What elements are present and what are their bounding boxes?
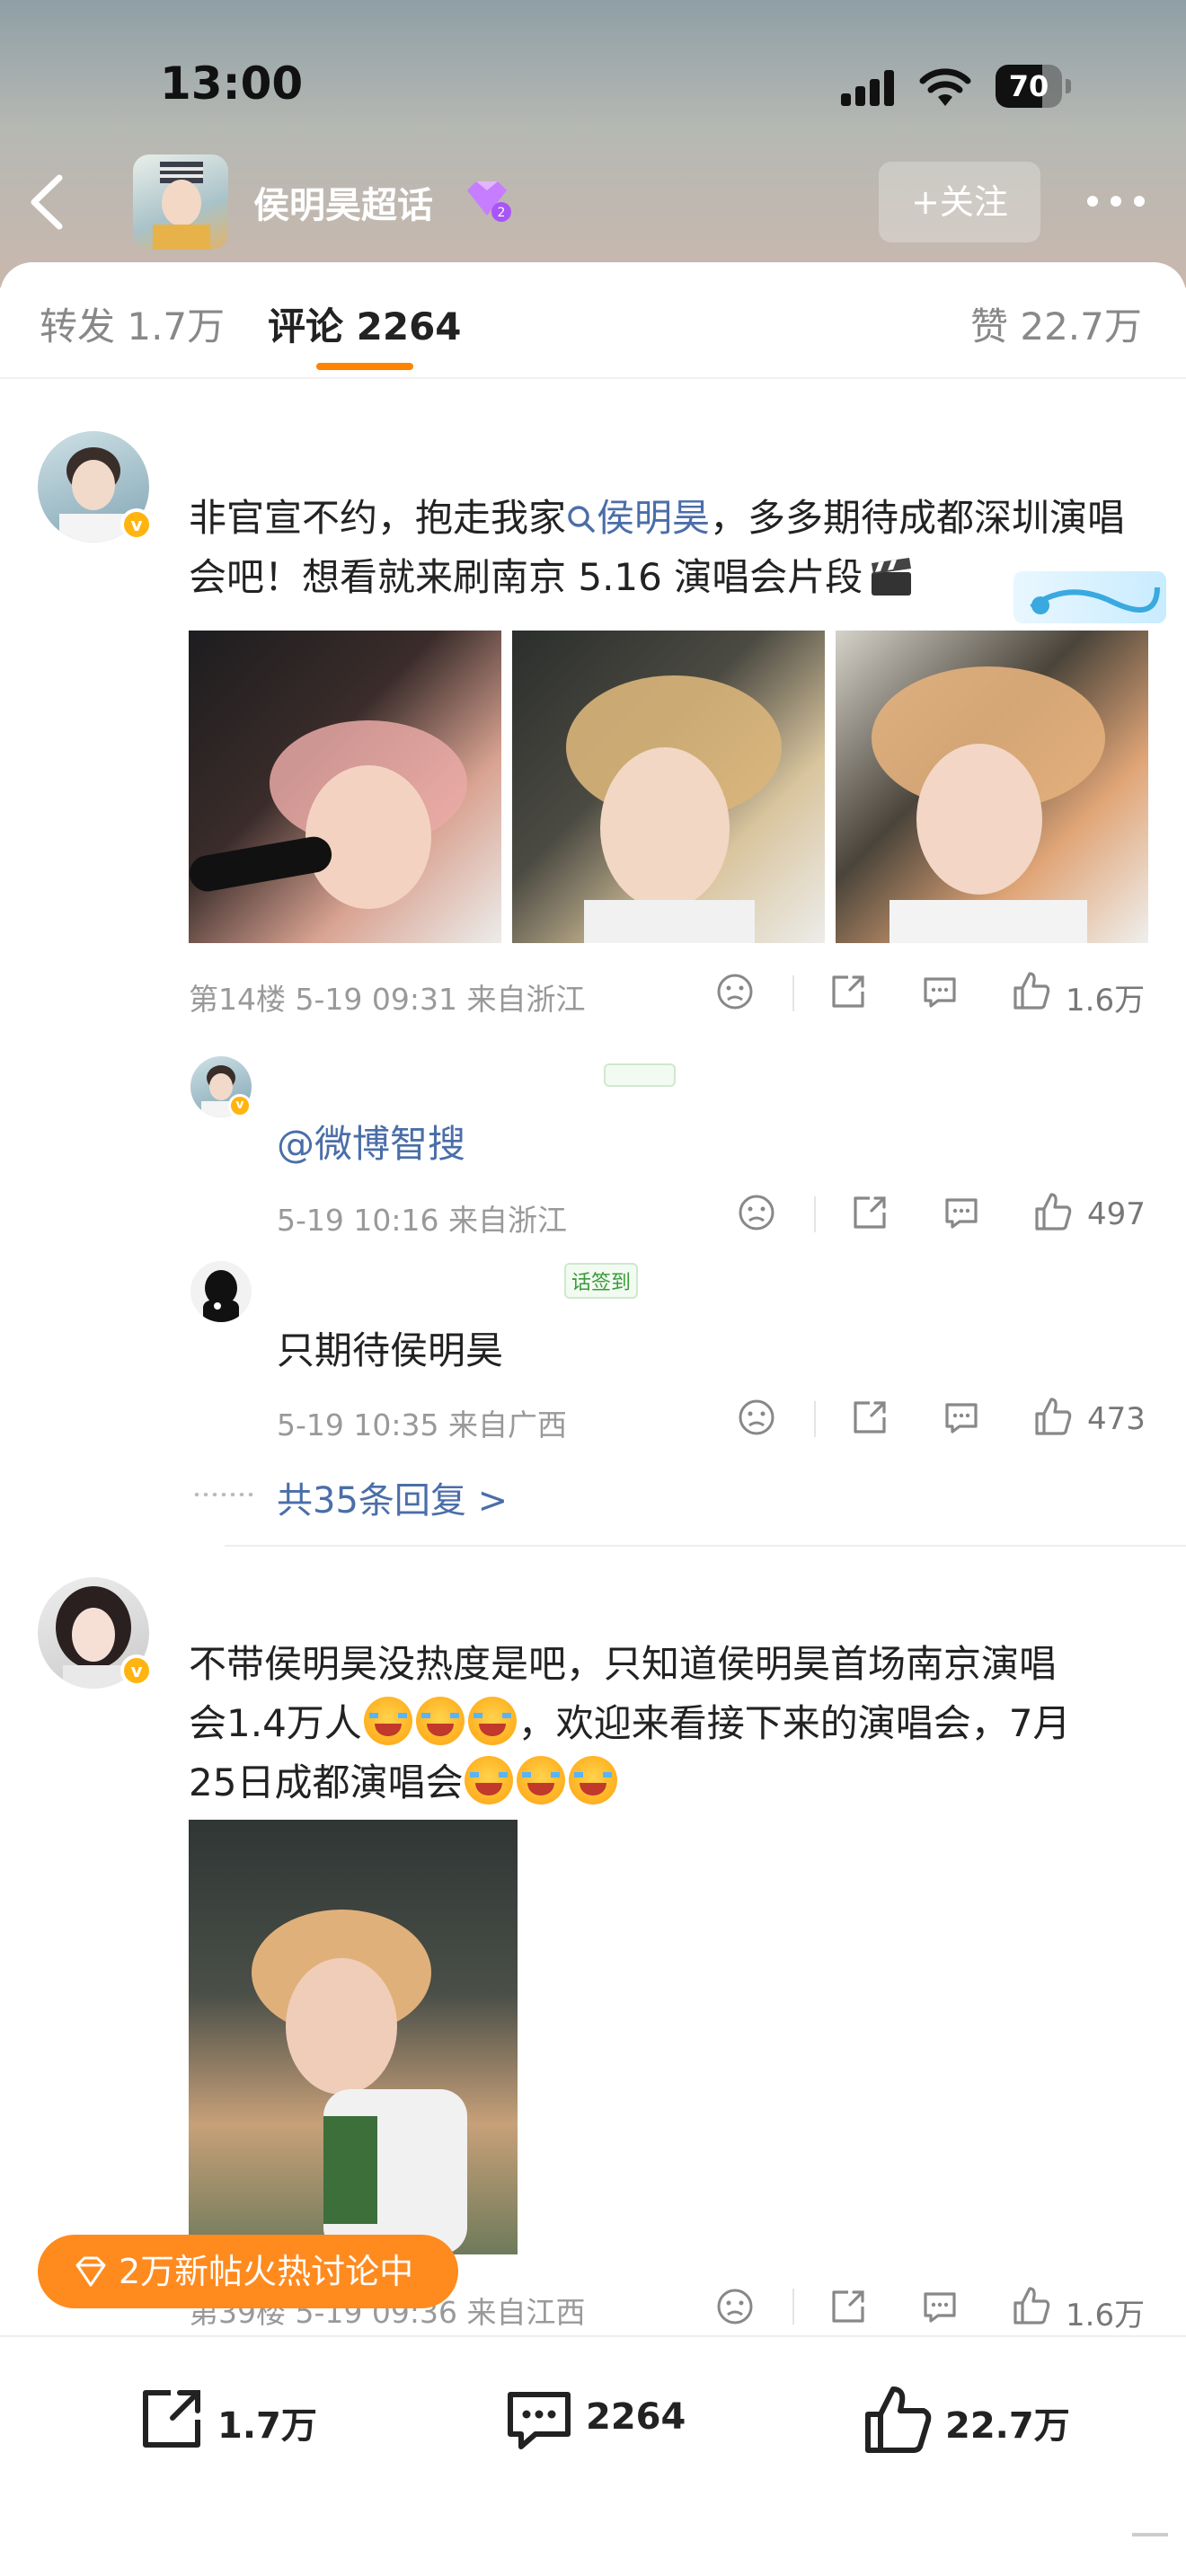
comment-photo[interactable] [836, 631, 1148, 943]
more-replies-link[interactable]: 共35条回复 > [277, 1471, 508, 1523]
like-icon [865, 2386, 932, 2453]
comment-photo[interactable] [189, 631, 501, 943]
checkin-tag: 话签到 [564, 1263, 639, 1299]
tab-repost[interactable]: 转发 1.7万 [40, 296, 225, 351]
bottom-repost-button[interactable]: 1.7万 [135, 2384, 317, 2456]
dislike-icon[interactable] [715, 2287, 755, 2326]
diamond-icon [75, 2256, 106, 2287]
laughing-tears-emoji-icon [465, 1756, 514, 1804]
comment-text: 不带侯明昊没热度是吧，只知道侯明昊首场南京演唱 会1.4万人 ，欢迎来看接下来的演… [189, 1642, 1071, 1804]
cellular-signal-icon [841, 70, 897, 106]
search-icon [568, 506, 595, 533]
action-divider [792, 2289, 794, 2325]
share-icon [143, 2390, 200, 2448]
topic-title[interactable]: 侯明昊超话 [253, 176, 433, 228]
tab-like[interactable]: 赞 22.7万 [970, 296, 1142, 351]
follow-button[interactable]: +关注 [879, 162, 1040, 243]
bottom-action-bar: 1.7万 2264 22.7万 [0, 2335, 1186, 2576]
action-divider [814, 1401, 816, 1437]
repost-count: 1.7万 [217, 2405, 317, 2447]
share-icon[interactable] [828, 2287, 868, 2326]
share-icon[interactable] [850, 1398, 890, 1437]
verified-badge-icon: v [120, 508, 153, 541]
like-count: 1.6万 [1066, 2298, 1146, 2333]
bottom-comment-button[interactable]: 2264 [503, 2384, 686, 2456]
like-icon[interactable] [1012, 970, 1051, 1011]
battery-indicator: 70 [996, 65, 1071, 108]
comment-separator [225, 1545, 1186, 1547]
svg-text:2: 2 [498, 206, 506, 220]
share-icon[interactable] [850, 1193, 890, 1232]
laughing-tears-emoji-icon [467, 1697, 517, 1745]
dislike-icon[interactable] [737, 1193, 776, 1232]
like-icon[interactable] [1033, 1191, 1073, 1232]
comment-icon [508, 2392, 571, 2449]
home-indicator [1132, 2533, 1168, 2536]
dislike-icon[interactable] [715, 972, 755, 1011]
share-icon[interactable] [828, 972, 868, 1011]
comment-photo[interactable] [512, 631, 825, 943]
back-arrow-icon[interactable] [25, 171, 68, 234]
comment-meta: 第14楼 5-19 09:31 来自浙江 [189, 982, 586, 1017]
bottom-like-button[interactable]: 22.7万 [863, 2384, 1070, 2456]
clapperboard-icon [872, 558, 912, 595]
like-count: 497 [1087, 1196, 1146, 1232]
topic-mention-link[interactable]: 侯明昊 [597, 496, 710, 540]
reply-meta: 5-19 10:35 来自广西 [277, 1407, 567, 1442]
laughing-tears-emoji-icon [517, 1756, 566, 1804]
comment-icon[interactable] [920, 972, 960, 1011]
comment-sheet [0, 262, 1186, 2576]
action-divider [792, 975, 794, 1011]
like-icon[interactable] [1012, 2285, 1051, 2326]
comment-count: 2264 [586, 2396, 686, 2438]
avatar[interactable] [190, 1261, 252, 1322]
active-tab-indicator [316, 363, 413, 370]
battery-percent: 70 [1008, 69, 1049, 103]
comment-photo[interactable] [189, 1820, 518, 2254]
laughing-tears-emoji-icon [363, 1697, 412, 1745]
more-options-icon[interactable] [1084, 176, 1148, 226]
topic-avatar[interactable] [133, 154, 228, 250]
super-topic-level-gem-icon: 2 [467, 181, 511, 222]
tab-comment[interactable]: 评论 2264 [268, 296, 462, 351]
sticker-decoration [604, 1063, 676, 1087]
tab-bar: 转发 1.7万 评论 2264 赞 22.7万 [0, 262, 1186, 379]
laughing-tears-emoji-icon [569, 1756, 618, 1804]
like-icon[interactable] [1033, 1396, 1073, 1437]
reply-text: 只期待侯明昊 [277, 1328, 504, 1372]
status-time: 13:00 [160, 57, 304, 110]
wifi-icon [919, 68, 971, 106]
like-count: 22.7万 [945, 2405, 1070, 2447]
hot-discussion-banner[interactable]: 2万新帖火热讨论中 [38, 2235, 458, 2308]
comment-icon[interactable] [942, 1398, 981, 1437]
verified-badge-icon: v [228, 1094, 252, 1117]
reply-meta: 5-19 10:16 来自浙江 [277, 1203, 567, 1238]
verified-badge-icon: v [120, 1654, 153, 1687]
hot-discussion-text: 2万新帖火热讨论中 [119, 2252, 414, 2291]
dislike-icon[interactable] [737, 1398, 776, 1437]
comment-icon[interactable] [920, 2287, 960, 2326]
action-divider [814, 1196, 816, 1232]
sticker-decoration [1013, 571, 1166, 623]
reply-text[interactable]: @微博智搜 [277, 1114, 465, 1169]
comment-icon[interactable] [942, 1193, 981, 1232]
like-count: 1.6万 [1066, 983, 1146, 1019]
laughing-tears-emoji-icon [415, 1697, 465, 1745]
reply-thread-dots [192, 1493, 255, 1496]
like-count: 473 [1087, 1401, 1146, 1437]
